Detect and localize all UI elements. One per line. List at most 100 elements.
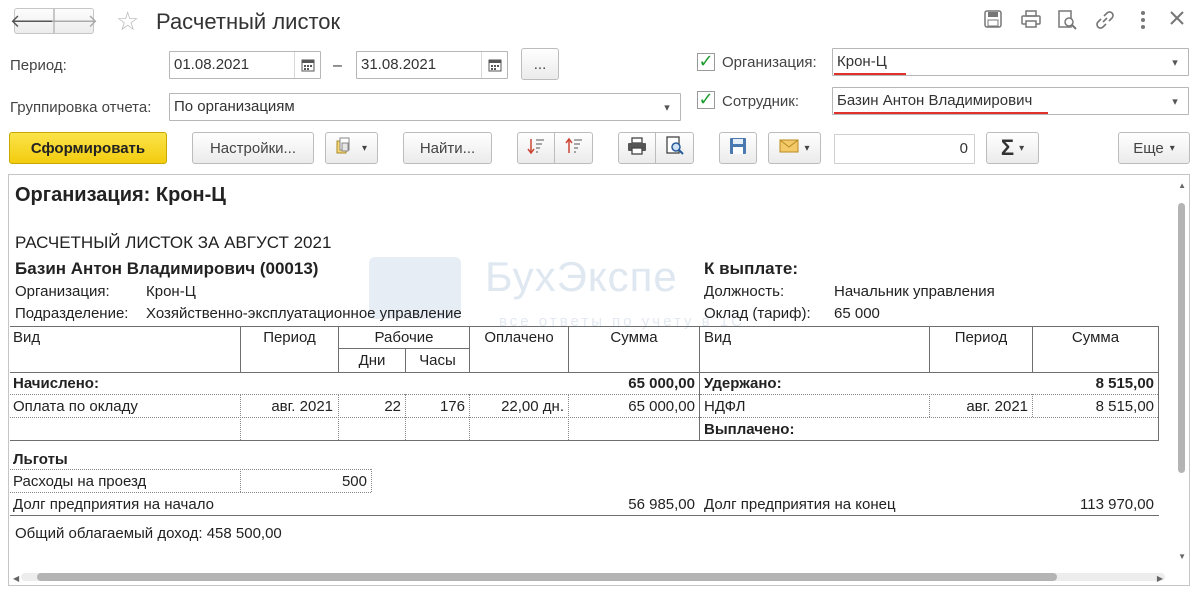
- debt-start-value: 56 985,00: [628, 496, 695, 513]
- benefit-col-line: [371, 469, 372, 492]
- debt-start-label: Долг предприятия на начало: [13, 496, 214, 513]
- dept-label: Подразделение:: [15, 305, 129, 322]
- dropdown-icon[interactable]: ▾: [1162, 88, 1188, 114]
- floppy-disk-icon: [729, 137, 747, 159]
- row-col-line: [1032, 394, 1033, 417]
- sum-mode-button[interactable]: Σ ▾: [986, 132, 1039, 164]
- employee-field[interactable]: Базин Антон Владимирович ▾: [832, 87, 1189, 115]
- report-spreadsheet[interactable]: БухЭкспе все ответы по учету в 1С Органи…: [8, 174, 1190, 586]
- dropdown-icon[interactable]: ▾: [654, 94, 680, 120]
- calendar-icon[interactable]: [481, 52, 507, 78]
- envelope-icon: [779, 139, 799, 157]
- vertical-scrollbar-thumb[interactable]: [1178, 203, 1185, 473]
- taxable-income: Общий облагаемый доход: 458 500,00: [15, 525, 282, 542]
- employee-checkbox[interactable]: ✓: [697, 90, 715, 109]
- position-label: Должность:: [704, 283, 785, 300]
- right-header-kind: Вид: [704, 329, 732, 346]
- save-report-button[interactable]: [719, 132, 757, 164]
- scroll-left-icon[interactable]: ◀: [13, 574, 19, 583]
- scroll-up-icon[interactable]: ▲: [1178, 181, 1186, 190]
- more-vertical-icon[interactable]: [1132, 10, 1154, 32]
- preview-button[interactable]: [655, 132, 694, 164]
- employee-field-value: Базин Антон Владимирович: [837, 92, 1033, 109]
- print-icon[interactable]: [1020, 10, 1042, 32]
- middle-divider: [699, 326, 700, 440]
- accrual-sum: 65 000,00: [628, 398, 695, 415]
- accrual-hours: 176: [439, 398, 465, 415]
- sigma-icon: Σ: [1000, 135, 1015, 160]
- close-icon[interactable]: [1166, 10, 1188, 32]
- withheld-label: Удержано:: [704, 375, 782, 392]
- org-checkbox[interactable]: ✓: [697, 52, 715, 71]
- variants-button[interactable]: ▾: [325, 132, 378, 164]
- scroll-down-icon[interactable]: ▼: [1178, 552, 1186, 561]
- benefit-col-line: [240, 469, 241, 492]
- debt-end-value: 113 970,00: [1080, 496, 1154, 513]
- send-email-button[interactable]: ▾: [768, 132, 821, 164]
- scroll-right-icon[interactable]: ▶: [1157, 574, 1163, 583]
- chevron-down-icon: ▾: [804, 142, 810, 154]
- arrow-right-icon: 🡒: [49, 10, 99, 31]
- row-divider: [10, 417, 699, 418]
- org-underline: [834, 73, 906, 75]
- dept-value: Хозяйственно-эксплуатационное управление: [146, 305, 462, 322]
- left-header-kind: Вид: [13, 329, 41, 346]
- position-value: Начальник управления: [834, 283, 995, 300]
- save-icon[interactable]: [982, 10, 1004, 32]
- withheld-total: 8 515,00: [1095, 375, 1154, 392]
- link-icon[interactable]: [1094, 10, 1116, 32]
- settings-button[interactable]: Настройки...: [192, 132, 314, 164]
- working-sub-line: [338, 348, 469, 349]
- sort-ascending-icon: [564, 137, 583, 159]
- accrued-label: Начислено:: [13, 375, 99, 392]
- grouping-value: По организациям: [174, 98, 295, 115]
- sum-value: 0: [959, 140, 968, 157]
- row-divider: [700, 417, 1158, 418]
- accrual-kind: Оплата по окладу: [13, 398, 138, 415]
- table-top-line: [10, 326, 1159, 327]
- grouping-select[interactable]: По организациям ▾: [169, 93, 681, 121]
- chevron-down-icon: ▾: [361, 142, 368, 154]
- horizontal-scrollbar-thumb[interactable]: [37, 573, 1057, 581]
- favorite-star-icon[interactable]: ☆: [116, 6, 139, 37]
- period-to-value: 31.08.2021: [361, 56, 437, 73]
- dropdown-icon[interactable]: ▾: [1162, 49, 1188, 75]
- accrual-paid: 22,00 дн.: [501, 398, 564, 415]
- forward-button[interactable]: 🡒: [50, 8, 98, 34]
- accrued-total: 65 000,00: [628, 375, 695, 392]
- print-button[interactable]: [618, 132, 656, 164]
- left-header-days: Дни: [358, 352, 386, 369]
- period-label: Период:: [10, 57, 67, 74]
- left-header-paid: Оплачено: [484, 329, 554, 346]
- org-value: Крон-Ц: [146, 283, 196, 300]
- collapse-groups-button[interactable]: [554, 132, 593, 164]
- generate-button[interactable]: Сформировать: [9, 132, 167, 164]
- chevron-down-icon: ▾: [1169, 142, 1175, 154]
- period-to-field[interactable]: 31.08.2021: [356, 51, 508, 79]
- table-bottom-line: [10, 440, 1159, 441]
- print-preview-icon[interactable]: [1056, 10, 1078, 32]
- to-pay-label: К выплате:: [704, 259, 799, 278]
- debt-bottom-line: [10, 515, 1159, 516]
- left-header-sum: Сумма: [610, 329, 658, 346]
- benefit-line: [10, 492, 371, 493]
- calendar-icon[interactable]: [294, 52, 320, 78]
- paid-out-label: Выплачено:: [704, 421, 795, 438]
- sum-field[interactable]: 0: [834, 134, 975, 164]
- back-button[interactable]: 🡐: [10, 8, 58, 34]
- debt-end-label: Долг предприятия на конец: [704, 496, 896, 513]
- row-divider: [10, 394, 699, 395]
- left-header-hours: Часы: [419, 352, 456, 369]
- more-button[interactable]: Еще ▾: [1118, 132, 1190, 164]
- expand-groups-button[interactable]: [517, 132, 555, 164]
- period-from-field[interactable]: 01.08.2021: [169, 51, 321, 79]
- accrual-period: авг. 2021: [271, 398, 333, 415]
- left-header-period: Период: [263, 329, 316, 346]
- more-label: Еще: [1133, 139, 1164, 157]
- accrual-days: 22: [384, 398, 401, 415]
- find-button[interactable]: Найти...: [403, 132, 492, 164]
- period-select-button[interactable]: ...: [521, 48, 559, 80]
- org-field[interactable]: Крон-Ц ▾: [832, 48, 1189, 76]
- print-icon: [627, 137, 647, 159]
- period-from-value: 01.08.2021: [174, 56, 250, 73]
